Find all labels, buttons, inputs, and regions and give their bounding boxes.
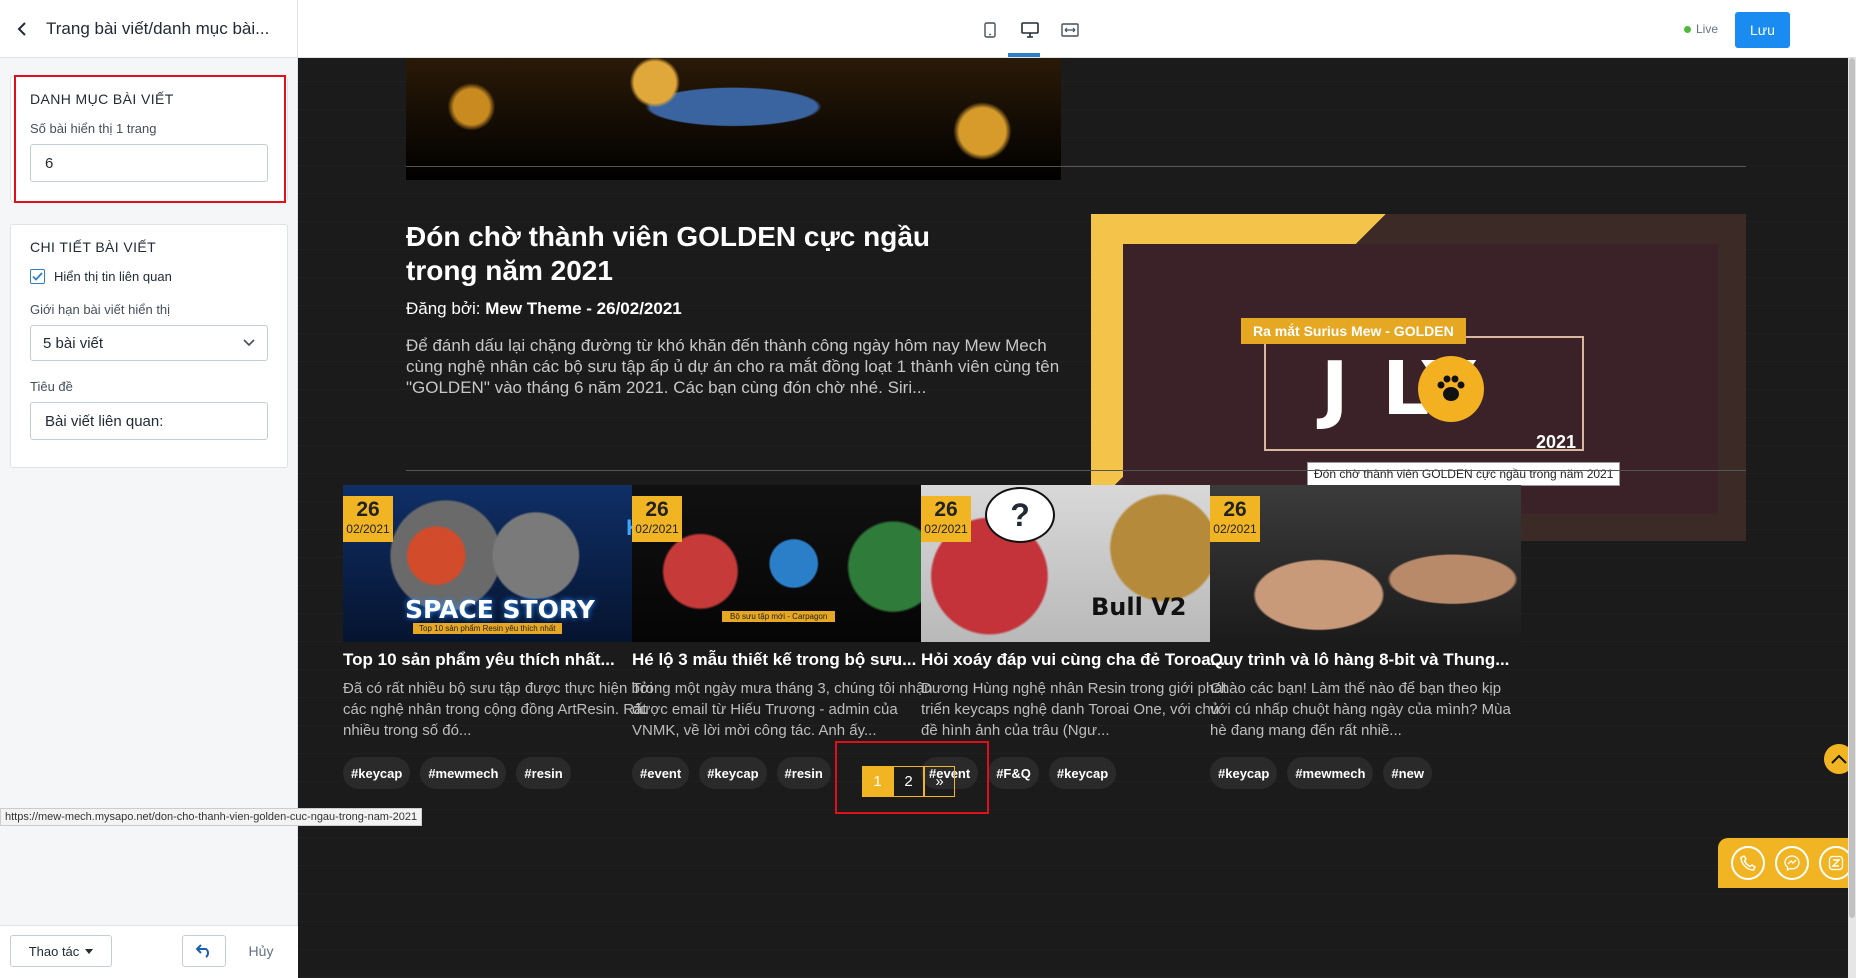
- detail-panel: CHI TIẾT BÀI VIẾT Hiển thị tin liên quan…: [10, 224, 288, 468]
- device-switcher: [978, 18, 1082, 42]
- paw-icon: [1418, 356, 1484, 422]
- editor-topbar: Live Lưu: [298, 0, 1856, 58]
- image-tooltip: Đón chờ thành viên GOLDEN cực ngầu trong…: [1307, 462, 1621, 486]
- post-title[interactable]: Quy trình và lô hàng 8-bit và Thung...: [1210, 650, 1521, 670]
- tag-link[interactable]: #resin: [776, 757, 831, 789]
- thumbnail-subtext: Bộ sưu tập mới - Carpagon: [722, 611, 836, 622]
- post-card[interactable]: K SPACE STORY Top 10 sản phẩm Resin yêu …: [343, 485, 654, 789]
- sidebar-header: Trang bài viết/danh mục bài...: [0, 0, 297, 58]
- related-checkbox[interactable]: [30, 269, 45, 284]
- theme-preview: Đón chờ thành viên GOLDEN cực ngầu trong…: [298, 58, 1856, 978]
- undo-icon: [196, 944, 209, 958]
- highlight-box-category: [14, 75, 286, 203]
- phone-icon[interactable]: [1731, 846, 1765, 880]
- save-button[interactable]: Lưu: [1735, 12, 1790, 48]
- date-day: 26: [356, 498, 380, 521]
- date-badge: 26 02/2021: [921, 496, 971, 542]
- byline-author-date: Mew Theme - 26/02/2021: [485, 299, 682, 318]
- post-title[interactable]: Hé lộ 3 mẫu thiết kế trong bộ sưu...: [632, 650, 943, 670]
- preview-scrollbar[interactable]: [1848, 58, 1856, 978]
- date-badge: 26 02/2021: [632, 496, 682, 542]
- detail-panel-title: CHI TIẾT BÀI VIẾT: [30, 239, 157, 255]
- tag-link[interactable]: #F&Q: [988, 757, 1039, 789]
- post-thumbnail[interactable]: 26 02/2021: [1210, 485, 1521, 642]
- divider: [406, 470, 1746, 471]
- active-device-indicator: [1008, 53, 1040, 57]
- limit-select-value: 5 bài viết: [43, 334, 104, 352]
- live-status: Live: [1684, 22, 1718, 36]
- caret-down-icon: [85, 948, 94, 954]
- thumbnail-bubble: ?: [985, 487, 1055, 543]
- chevron-up-icon: [1831, 754, 1847, 764]
- scrollbar-thumb[interactable]: [1849, 58, 1855, 918]
- tag-link[interactable]: #keycap: [1210, 757, 1278, 789]
- sidebar-footer: Thao tác Hủy: [0, 925, 298, 978]
- check-icon: [32, 272, 43, 281]
- tag-link[interactable]: #resin: [516, 757, 571, 789]
- featured-image-year: 2021: [1536, 432, 1577, 452]
- back-icon[interactable]: [12, 19, 32, 39]
- cancel-button[interactable]: Hủy: [236, 935, 286, 967]
- previous-post-image[interactable]: [406, 58, 1061, 180]
- contact-bar: [1718, 838, 1856, 888]
- tag-link[interactable]: #event: [632, 757, 690, 789]
- live-label: Live: [1696, 22, 1719, 36]
- desktop-icon[interactable]: [1018, 18, 1042, 42]
- post-title[interactable]: Hỏi xoáy đáp vui cùng cha đẻ Toroa...: [921, 650, 1232, 670]
- tag-link[interactable]: #keycap: [343, 757, 411, 789]
- post-thumbnail[interactable]: K SPACE STORY Top 10 sản phẩm Resin yêu …: [343, 485, 654, 642]
- featured-description: Để đánh dấu lại chặng đường từ khó khăn …: [406, 336, 1060, 397]
- date-month: 02/2021: [346, 522, 390, 536]
- date-day: 26: [645, 498, 669, 521]
- messenger-icon[interactable]: [1775, 846, 1809, 880]
- status-bar-url: https://mew-mech.mysapo.net/don-cho-than…: [0, 808, 423, 826]
- tag-link[interactable]: #new: [1383, 757, 1432, 789]
- featured-byline: Đăng bởi: Mew Theme - 26/02/2021: [406, 299, 682, 319]
- post-card[interactable]: 26 02/2021 Quy trình và lô hàng 8-bit và…: [1210, 485, 1521, 789]
- related-checkbox-row[interactable]: Hiển thị tin liên quan: [30, 269, 268, 284]
- limit-label: Giới hạn bài viết hiển thị: [30, 302, 171, 317]
- thumbnail-text: Bull V2: [1091, 593, 1187, 621]
- post-excerpt: Chào các bạn! Làm thế nào để bạn theo kị…: [1210, 680, 1511, 739]
- post-excerpt: Đã có rất nhiều bộ sưu tập được thực hiệ…: [343, 680, 653, 739]
- thumbnail-subtext: Top 10 sản phẩm Resin yêu thích nhất: [413, 623, 562, 634]
- tag-link[interactable]: #mewmech: [420, 757, 507, 789]
- date-month: 02/2021: [924, 522, 968, 536]
- highlight-box-pagination: [835, 741, 989, 814]
- post-tags: #keycap #mewmech #resin: [343, 757, 654, 789]
- post-title[interactable]: Top 10 sản phẩm yêu thích nhất...: [343, 650, 654, 670]
- actions-dropdown-button[interactable]: Thao tác: [10, 935, 112, 967]
- date-day: 26: [934, 498, 958, 521]
- date-badge: 26 02/2021: [1210, 496, 1260, 542]
- post-excerpt: Trong một ngày mưa tháng 3, chúng tôi nh…: [632, 680, 933, 739]
- post-thumbnail[interactable]: Bộ sưu tập mới - Carpagon 26 02/2021: [632, 485, 943, 642]
- undo-button[interactable]: [182, 935, 226, 967]
- live-dot-icon: [1684, 25, 1691, 33]
- featured-title[interactable]: Đón chờ thành viên GOLDEN cực ngầu trong…: [406, 220, 981, 288]
- thumbnail-text: SPACE STORY: [405, 595, 595, 624]
- heading-input[interactable]: Bài viết liên quan:: [30, 402, 268, 440]
- editor-sidebar: Trang bài viết/danh mục bài... DANH MỤC …: [0, 0, 298, 978]
- sidebar-title: Trang bài viết/danh mục bài...: [46, 18, 270, 38]
- post-tags: #keycap #mewmech #new: [1210, 757, 1521, 789]
- post-thumbnail[interactable]: ? Bull V2 26 02/2021: [921, 485, 1232, 642]
- date-month: 02/2021: [1213, 522, 1257, 536]
- chevron-down-icon: [243, 339, 255, 347]
- date-month: 02/2021: [635, 522, 679, 536]
- limit-select[interactable]: 5 bài viết: [30, 325, 268, 361]
- heading-label: Tiêu đề: [30, 379, 73, 394]
- tag-link[interactable]: #mewmech: [1287, 757, 1374, 789]
- fullwidth-icon[interactable]: [1058, 18, 1082, 42]
- divider: [406, 166, 1746, 167]
- byline-prefix: Đăng bởi:: [406, 299, 486, 318]
- actions-label: Thao tác: [28, 943, 80, 959]
- date-day: 26: [1223, 498, 1247, 521]
- tag-link[interactable]: #keycap: [699, 757, 767, 789]
- date-badge: 26 02/2021: [343, 496, 393, 542]
- post-excerpt: Dương Hùng nghệ nhân Resin trong giới ph…: [921, 680, 1227, 739]
- featured-image-badge: Ra mắt Surius Mew - GOLDEN: [1241, 318, 1466, 344]
- mobile-icon[interactable]: [978, 18, 1002, 42]
- related-checkbox-label: Hiển thị tin liên quan: [54, 269, 172, 284]
- tag-link[interactable]: #keycap: [1048, 757, 1117, 789]
